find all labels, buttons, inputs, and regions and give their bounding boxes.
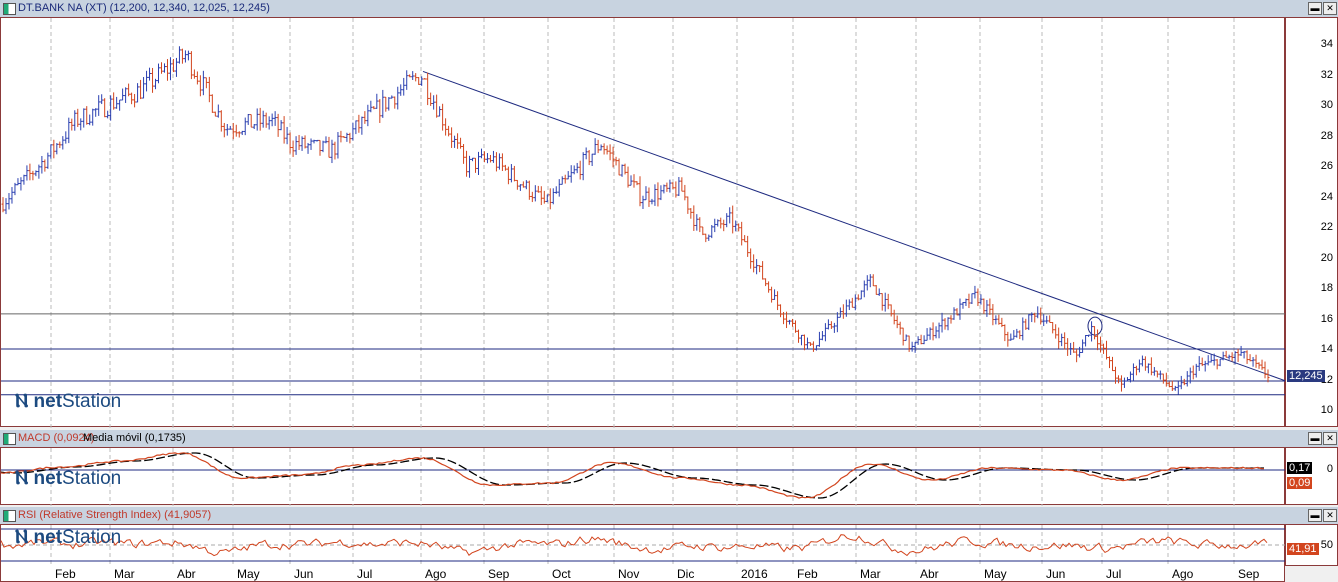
price-axis[interactable]: 34 32 30 28 26 24 22 20 18 16 14 12 10 12,245 <box>1285 17 1338 427</box>
rsi-chart[interactable]: Ⲛ netStation <box>0 524 1286 567</box>
macd-chart[interactable]: Ⲛ netStation <box>0 447 1286 506</box>
month-label: Jun <box>294 567 314 581</box>
panel-icon <box>3 433 16 445</box>
month-label: May <box>237 567 260 581</box>
month-label: Feb <box>55 567 76 581</box>
rsi-title: RSI (Relative Strength Index) (41,9057) <box>18 509 212 521</box>
macd-panel-header: MACD (0,0924) Media móvil (0,1735) ▬ ✕ <box>0 430 1338 448</box>
rsi-panel-header: RSI (Relative Strength Index) (41,9057) ▬… <box>0 507 1338 525</box>
signal-line <box>1 452 1264 499</box>
month-label: Jul <box>357 567 373 581</box>
price-tick: 10 <box>1320 404 1333 416</box>
maximize-button[interactable]: ▬ <box>1308 432 1322 445</box>
price-panel-header: DT.BANK NA (XT) (12,200, 12,340, 12,025,… <box>0 0 1338 18</box>
month-label: Abr <box>920 567 939 581</box>
month-label: 2016 <box>741 567 768 581</box>
month-label: Jul <box>1106 567 1122 581</box>
maximize-button[interactable]: ▬ <box>1308 2 1322 15</box>
month-label: Nov <box>618 567 640 581</box>
macd-line <box>1 452 1265 499</box>
month-label: Jun <box>1046 567 1066 581</box>
month-label: Abr <box>177 567 196 581</box>
month-label: Sep <box>488 567 510 581</box>
macd-axis[interactable]: 0,17 0,09 0 <box>1285 447 1338 505</box>
panel-icon <box>3 510 16 522</box>
price-tick: 34 <box>1320 38 1333 50</box>
month-label: Dic <box>677 567 695 581</box>
price-tick: 24 <box>1320 190 1333 203</box>
signal-title: Media móvil (0,1735) <box>83 432 186 444</box>
close-button[interactable]: ✕ <box>1323 2 1337 15</box>
month-label: Ago <box>1172 567 1194 581</box>
netstation-logo: Ⲛ netStation <box>15 527 122 548</box>
price-tick: 28 <box>1320 129 1333 142</box>
rsi-axis[interactable]: 41,91 50 <box>1285 524 1338 566</box>
price-chart[interactable]: Ⲛ netStation <box>0 17 1286 428</box>
price-tick: 30 <box>1320 99 1333 111</box>
trendline <box>422 70 1286 382</box>
panel-icon <box>3 3 16 15</box>
rsi-value-tag: 41,91 <box>1287 543 1319 555</box>
price-panel-title: DT.BANK NA (XT) (12,200, 12,340, 12,025,… <box>18 2 270 14</box>
last-price-tag: 12,245 <box>1287 369 1325 382</box>
price-tick: 22 <box>1320 221 1333 233</box>
month-label: Mar <box>860 567 881 581</box>
price-tick: 26 <box>1320 160 1333 172</box>
axis-label: 0 <box>1326 463 1333 475</box>
month-label: Feb <box>797 567 818 581</box>
price-tick: 18 <box>1320 282 1333 294</box>
netstation-logo: Ⲛ netStation <box>15 391 122 412</box>
macd-value-tag: 0,09 <box>1287 477 1313 489</box>
month-label: Oct <box>552 567 571 581</box>
netstation-logo: Ⲛ netStation <box>15 468 122 489</box>
month-label: May <box>984 567 1007 581</box>
signal-value-tag: 0,17 <box>1287 462 1313 474</box>
close-button[interactable]: ✕ <box>1323 509 1337 522</box>
price-tick: 16 <box>1320 312 1333 325</box>
time-axis[interactable]: Feb Mar Abr May Jun Jul Ago Sep Oct Nov Dic 2016 Feb… <box>0 565 1285 582</box>
price-tick: 14 <box>1320 343 1333 355</box>
axis-label: 50 <box>1320 539 1333 551</box>
price-tick: 32 <box>1320 68 1333 81</box>
month-label: Sep <box>1238 567 1260 581</box>
close-button[interactable]: ✕ <box>1323 432 1337 445</box>
price-tick: 20 <box>1320 251 1333 264</box>
month-label: Mar <box>114 567 135 581</box>
month-label: Ago <box>425 567 447 581</box>
maximize-button[interactable]: ▬ <box>1308 509 1322 522</box>
